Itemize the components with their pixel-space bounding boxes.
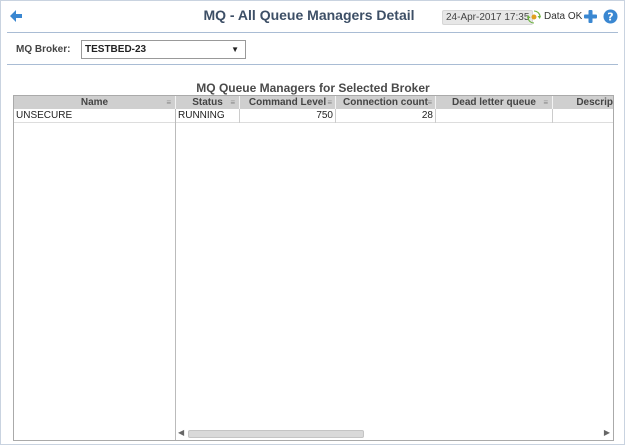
table-row[interactable]: UNSECURE RUNNING 750 28: [14, 109, 613, 123]
scroll-left-icon[interactable]: ◀: [178, 428, 184, 437]
column-header-label: Name: [80, 97, 109, 108]
cell-status: RUNNING: [176, 109, 240, 123]
header-divider: [7, 32, 618, 33]
broker-label: MQ Broker:: [16, 44, 71, 55]
cell-connection-count: 28: [336, 109, 436, 123]
page-title: MQ - All Queue Managers Detail: [203, 7, 415, 23]
column-header-label: Status: [192, 97, 223, 108]
timestamp-badge: 24-Apr-2017 17:35: [442, 10, 534, 25]
table-title: MQ Queue Managers for Selected Broker: [196, 81, 430, 95]
cell-name: UNSECURE: [14, 109, 176, 123]
table-header: Name ≡ Status ≡ Command Level ≡ Connecti…: [14, 96, 613, 109]
column-header-connection-count[interactable]: Connection count ≡: [336, 96, 436, 109]
column-header-command-level[interactable]: Command Level ≡: [240, 96, 336, 109]
header-bar: MQ - All Queue Managers Detail 24-Apr-20…: [1, 1, 624, 31]
scroll-right-icon[interactable]: ▶: [604, 428, 610, 437]
column-menu-icon[interactable]: ≡: [427, 96, 432, 109]
broker-select[interactable]: TESTBED-23 ▼: [81, 40, 246, 59]
column-header-name[interactable]: Name ≡: [14, 96, 176, 109]
cell-dead-letter-queue: [436, 109, 553, 123]
column-header-description[interactable]: Descrip: [553, 96, 613, 109]
column-header-dead-letter-queue[interactable]: Dead letter queue ≡: [436, 96, 553, 109]
app-window: MQ - All Queue Managers Detail 24-Apr-20…: [0, 0, 625, 445]
horizontal-scrollbar[interactable]: ◀ ▶: [176, 428, 613, 440]
cell-command-level: 750: [240, 109, 336, 123]
chevron-down-icon: ▼: [231, 45, 239, 54]
queue-managers-table: Name ≡ Status ≡ Command Level ≡ Connecti…: [13, 95, 614, 441]
svg-text:?: ?: [607, 11, 613, 24]
column-header-label: Connection count: [343, 97, 428, 108]
column-menu-icon[interactable]: ≡: [543, 96, 548, 109]
column-menu-icon[interactable]: ≡: [166, 96, 171, 109]
cell-description: [553, 109, 613, 123]
frozen-column-divider: [175, 109, 176, 440]
scrollbar-thumb[interactable]: [188, 430, 364, 438]
back-arrow-icon[interactable]: [7, 7, 25, 25]
refresh-icon: [527, 10, 541, 24]
help-icon[interactable]: ?: [603, 9, 618, 24]
column-menu-icon[interactable]: ≡: [327, 96, 332, 109]
broker-select-value: TESTBED-23: [85, 44, 147, 55]
column-menu-icon[interactable]: ≡: [230, 96, 235, 109]
column-header-label: Descrip: [576, 97, 613, 108]
plus-icon[interactable]: [583, 9, 598, 24]
column-header-label: Dead letter queue: [452, 97, 536, 108]
data-status-text: Data OK: [544, 11, 583, 22]
column-header-label: Command Level: [248, 97, 327, 108]
filter-divider: [7, 64, 618, 65]
column-header-status[interactable]: Status ≡: [176, 96, 240, 109]
